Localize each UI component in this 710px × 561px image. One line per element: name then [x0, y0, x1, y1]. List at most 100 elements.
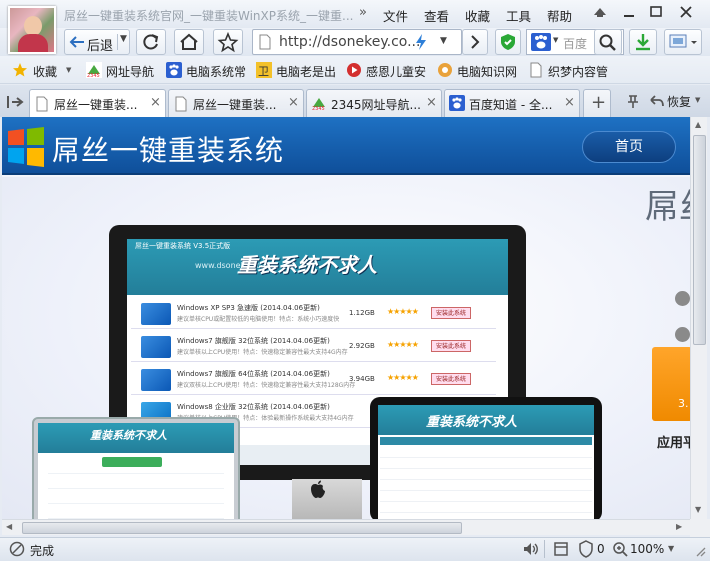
nav-home-link[interactable]: 首页: [582, 131, 676, 163]
search-input[interactable]: 百度: [563, 35, 587, 52]
resize-grip-icon[interactable]: [694, 545, 706, 557]
tab[interactable]: 百度知道 - 全... ×: [444, 89, 580, 117]
baidu-paw-icon[interactable]: [531, 33, 551, 51]
favorites-star-icon: [12, 62, 28, 78]
close-tab-icon[interactable]: ×: [564, 95, 575, 110]
monitor-stand: [292, 479, 362, 519]
favorites-menu[interactable]: 收藏: [33, 63, 57, 80]
tab-active[interactable]: 屌丝一键重装... ×: [29, 89, 166, 118]
tablet-app-slogan: 重装系统不求人: [426, 415, 518, 430]
os-list-item: Windows XP SP3 急速版 (2014.04.06更新) 建议单核CP…: [131, 299, 496, 329]
tab-label: 屌丝一键重装...: [54, 98, 138, 112]
fav-link-dedecms[interactable]: 织梦内容管: [548, 63, 608, 80]
status-text: 完成: [30, 544, 55, 558]
back-button[interactable]: 后退 ▼: [64, 29, 130, 55]
back-dropdown-icon[interactable]: ▼: [120, 34, 127, 44]
app-header: 屌丝一键重装系统 V3.5正式版 www.dsonekey.com 重装系统不求…: [127, 239, 508, 295]
fav-link-child-safety[interactable]: 感恩儿童安: [366, 63, 426, 80]
address-bar[interactable]: http://dsonekey.co...: [252, 29, 462, 55]
laptop-app-header: 重装系统不求人: [38, 423, 234, 453]
horizontal-scrollbar[interactable]: ◀ ▶: [2, 519, 690, 535]
minimize-icon[interactable]: [617, 3, 641, 21]
zoom-dropdown-icon[interactable]: ▼: [668, 544, 674, 553]
menu-favorites[interactable]: 收藏: [465, 6, 490, 25]
restore-closed-tab[interactable]: 恢复: [667, 93, 691, 110]
go-forward-button[interactable]: [462, 29, 488, 55]
media-play-icon: [346, 62, 362, 78]
home-button[interactable]: [174, 29, 204, 55]
os-desc: 建议单核以上CPU使用！特点：快速稳定兼容性最大支持4G内存: [177, 349, 348, 356]
windows-xp-icon: [141, 303, 171, 325]
skin-icon[interactable]: [588, 3, 612, 21]
rating-stars: ★★★★★: [387, 307, 419, 316]
close-tab-icon[interactable]: ×: [150, 95, 161, 110]
double-chevron-icon[interactable]: »: [359, 5, 367, 20]
fav-link-system[interactable]: 电脑系统常: [186, 63, 246, 80]
close-tab-icon[interactable]: ×: [426, 95, 437, 110]
back-arrow-icon: [69, 35, 85, 49]
svg-text:2345: 2345: [87, 73, 100, 78]
download-button[interactable]: [629, 29, 657, 55]
menu-help[interactable]: 帮助: [547, 6, 572, 25]
os-desc: 建议单核CPU或配置较低的电脑使用！特点：系统小巧速度快: [177, 316, 340, 323]
zoom-level[interactable]: 100%: [630, 542, 664, 556]
fav-link-nav[interactable]: 网址导航: [106, 63, 154, 80]
laptop-app-content: [48, 459, 224, 519]
refresh-button[interactable]: [136, 29, 166, 55]
window-layout-icon[interactable]: [553, 541, 569, 557]
baidu-icon: [166, 62, 182, 78]
scroll-left-icon[interactable]: ◀: [6, 522, 12, 531]
close-window-icon[interactable]: [674, 3, 698, 21]
baidu-icon: [449, 95, 465, 111]
vertical-scrollbar[interactable]: ▲ ▼: [690, 117, 707, 519]
tab[interactable]: 2345 2345网址导航... ×: [306, 89, 442, 117]
new-tab-button[interactable]: +: [583, 89, 611, 117]
favorites-dropdown-icon[interactable]: ▼: [66, 66, 71, 74]
scroll-corner: [690, 519, 710, 537]
laptop-app-badge: [102, 457, 162, 467]
undo-icon[interactable]: [647, 92, 665, 110]
close-tab-icon[interactable]: ×: [288, 95, 299, 110]
address-dropdown-icon[interactable]: ▼: [440, 36, 447, 46]
restore-dropdown-icon[interactable]: ▼: [695, 96, 700, 104]
favorite-star-button[interactable]: [213, 29, 243, 55]
rating-stars: ★★★★★: [387, 340, 419, 349]
scroll-down-icon[interactable]: ▼: [695, 505, 701, 514]
lightning-icon[interactable]: [414, 33, 428, 51]
volume-icon[interactable]: [522, 541, 540, 557]
plus-icon: +: [591, 92, 607, 113]
os-size: 1.12GB: [349, 309, 375, 317]
tab-sidebar-toggle-icon[interactable]: [6, 94, 24, 110]
windows-7-icon: [141, 336, 171, 358]
menu-file[interactable]: 文件: [383, 6, 408, 25]
pin-icon[interactable]: [624, 92, 642, 110]
scroll-right-icon[interactable]: ▶: [676, 522, 682, 531]
site-title[interactable]: 屌丝一键重装系统: [52, 129, 284, 169]
user-avatar[interactable]: [8, 6, 56, 54]
svg-text:2345: 2345: [312, 106, 325, 111]
apple-logo-icon: [309, 479, 327, 499]
shield-status-icon[interactable]: [578, 540, 594, 558]
menu-view[interactable]: 查看: [424, 6, 449, 25]
scroll-up-icon[interactable]: ▲: [695, 120, 701, 129]
os-title: Windows XP SP3 急速版 (2014.04.06更新): [177, 304, 320, 312]
os-list-item: Windows7 旗舰版 32位系统 (2014.04.06更新) 建议单核以上…: [131, 332, 496, 362]
search-button[interactable]: [594, 29, 622, 55]
tab[interactable]: 屌丝一键重装... ×: [168, 89, 304, 117]
zoom-icon[interactable]: [612, 541, 628, 557]
os-title: Windows7 旗舰版 64位系统 (2014.04.06更新): [177, 370, 330, 378]
tools-menu-button[interactable]: [664, 29, 702, 55]
install-button: 安装此系统: [431, 340, 471, 352]
fav-link-pc-knowledge[interactable]: 电脑知识网: [457, 63, 517, 80]
maximize-icon[interactable]: [644, 3, 668, 21]
bullet-dot: [675, 291, 690, 306]
security-shield-button[interactable]: [495, 29, 521, 55]
search-engine-dropdown-icon[interactable]: ▼: [553, 36, 558, 44]
menu-tools[interactable]: 工具: [506, 6, 531, 25]
tablet-table-rows: [380, 447, 592, 519]
page-icon: [174, 96, 188, 112]
horizontal-scroll-thumb[interactable]: [22, 522, 462, 534]
address-text[interactable]: http://dsonekey.co...: [279, 34, 420, 50]
vertical-scroll-thumb[interactable]: [693, 135, 706, 345]
fav-link-pc-problem[interactable]: 电脑老是出: [276, 63, 336, 80]
